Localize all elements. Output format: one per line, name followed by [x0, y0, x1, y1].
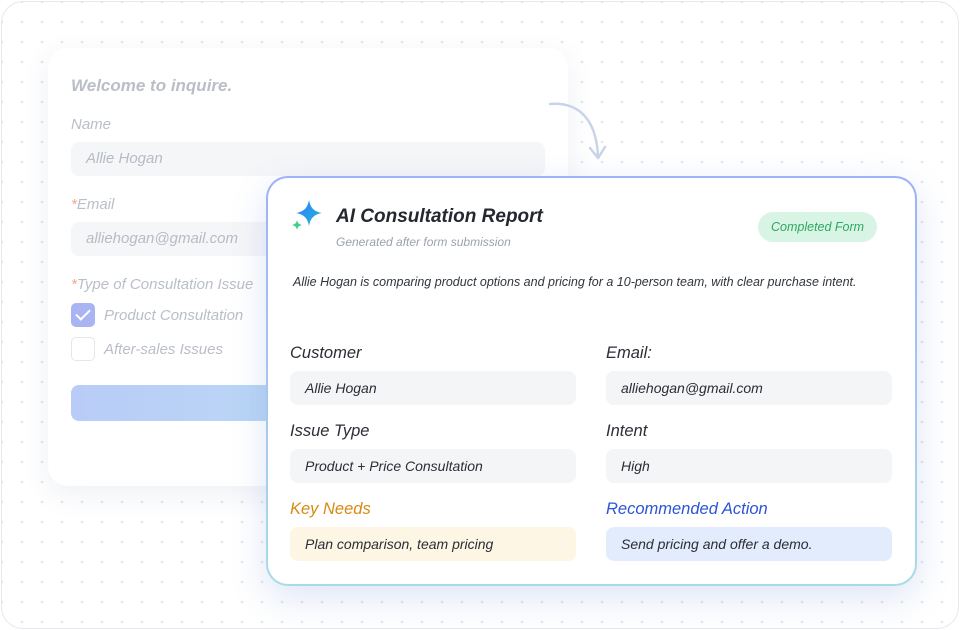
recommended-action-value: Send pricing and offer a demo.	[606, 527, 892, 561]
report-title: AI Consultation Report	[336, 206, 543, 227]
status-badge: Completed Form	[758, 212, 878, 242]
option-label: Product Consultation	[104, 306, 244, 324]
email-value: alliehogan@gmail.com	[606, 371, 892, 405]
intent-label: Intent	[606, 422, 648, 440]
intent-value: High	[606, 449, 892, 483]
sparkle-icon	[292, 200, 322, 230]
email-label-text: Email	[76, 196, 115, 213]
form-title: Welcome to inquire.	[71, 76, 233, 95]
name-label: Name	[71, 116, 112, 133]
customer-value: Allie Hogan	[290, 371, 576, 405]
name-field[interactable]: Allie Hogan	[71, 142, 545, 176]
customer-label: Customer	[290, 344, 362, 362]
recommended-action-label: Recommended Action	[606, 500, 768, 518]
key-needs-value: Plan comparison, team pricing	[290, 527, 576, 561]
email-label: Email:	[606, 344, 652, 362]
empty-checkbox-icon[interactable]	[71, 337, 95, 361]
option-label: After-sales Issues	[104, 340, 223, 358]
canvas-frame: Welcome to inquire. Name Allie Hogan *Em…	[1, 1, 959, 629]
report-summary: Allie Hogan is comparing product options…	[293, 275, 857, 289]
issue-type-label: Issue Type	[290, 422, 370, 440]
checkmark-icon[interactable]	[71, 303, 95, 327]
key-needs-label: Key Needs	[290, 500, 371, 518]
issue-type-value: Product + Price Consultation	[290, 449, 576, 483]
consultation-type-label-text: Type of Consultation Issue	[76, 276, 254, 293]
report-subtitle: Generated after form submission	[336, 235, 511, 249]
ai-report-card: AI Consultation Report Generated after f…	[266, 176, 917, 586]
ai-report-body: AI Consultation Report Generated after f…	[268, 178, 915, 584]
curved-arrow-icon	[548, 102, 607, 160]
